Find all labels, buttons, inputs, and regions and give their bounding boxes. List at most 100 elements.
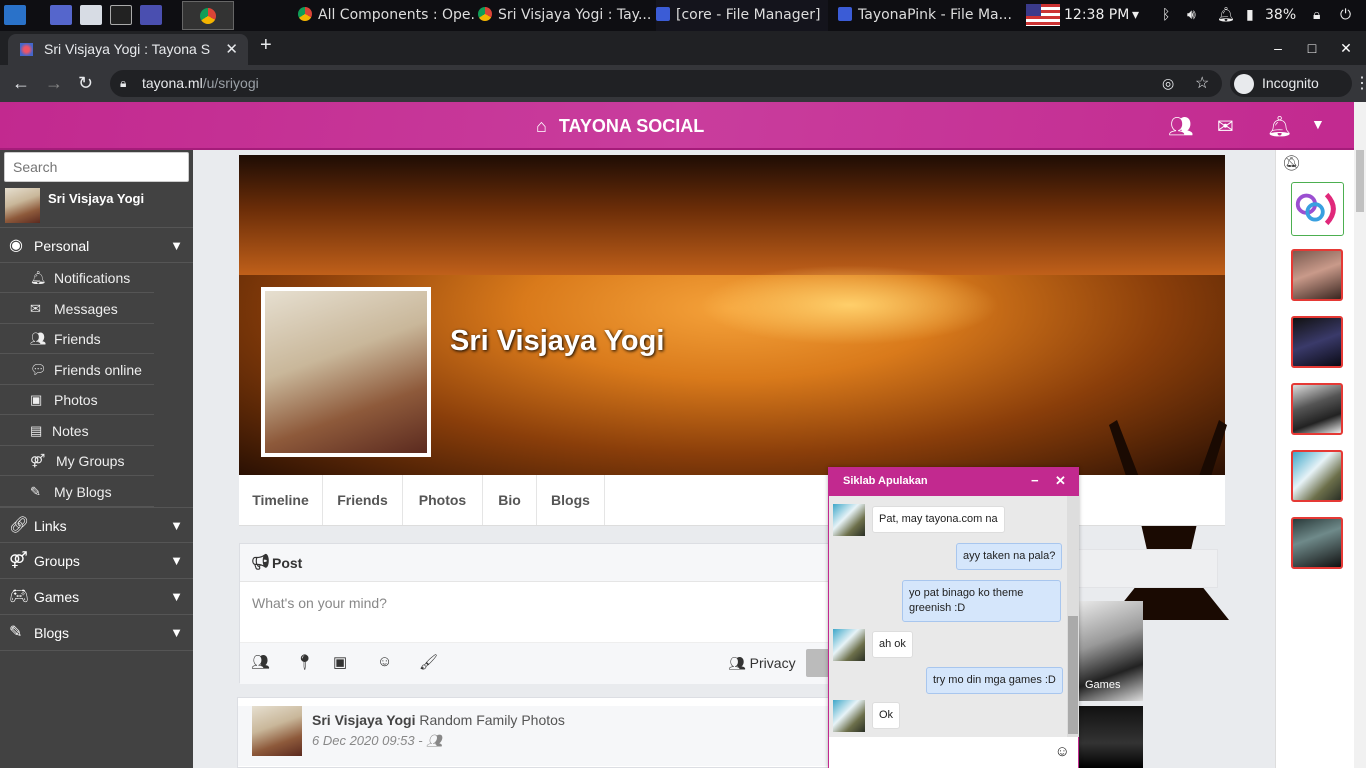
taskbar-task-3[interactable]: [core - File Manager]: [656, 0, 828, 31]
wifi-icon[interactable]: ▾: [1132, 0, 1139, 31]
sidebar-section-blogs[interactable]: ✎ Blogs ▼: [0, 615, 193, 651]
file-manager-icon[interactable]: [80, 5, 102, 25]
tab-photos[interactable]: Photos: [403, 475, 483, 525]
tag-friends-icon[interactable]: 👥︎: [251, 653, 270, 671]
us-flag-icon[interactable]: [1026, 4, 1060, 26]
avatar: [5, 188, 40, 223]
close-tab-icon[interactable]: ✕: [225, 34, 238, 65]
minimize-button[interactable]: –: [1260, 31, 1296, 65]
clock[interactable]: 12:38 PM: [1064, 0, 1129, 31]
user-circle-icon: ◉: [9, 237, 23, 254]
reload-button[interactable]: ↻: [78, 65, 93, 102]
minimize-chat-button[interactable]: −: [1031, 468, 1039, 494]
maximize-button[interactable]: □: [1294, 31, 1330, 65]
bell-icon: 🔔︎: [30, 270, 47, 285]
chat-scrollbar[interactable]: [1067, 496, 1079, 737]
chevron-down-icon: ▼: [170, 238, 183, 253]
omnibox[interactable]: 🔒︎ tayona.ml/u/sriyogi ◎ ☆: [110, 70, 1222, 97]
tab-blogs[interactable]: Blogs: [537, 475, 605, 525]
sidebar-item-notes[interactable]: ▤ Notes: [0, 416, 154, 446]
bookmark-star-icon[interactable]: ☆: [1195, 70, 1209, 97]
tayona-favicon: [20, 43, 33, 56]
new-tab-button[interactable]: +: [260, 34, 272, 57]
forward-button[interactable]: →: [45, 65, 63, 102]
sidebar-user[interactable]: Sri Visjaya Yogi: [0, 185, 193, 225]
bluetooth-icon[interactable]: ᛒ: [1162, 0, 1170, 31]
terminal-icon[interactable]: [110, 5, 132, 25]
sidebar-section-links[interactable]: 🔗︎ Links ▼: [0, 507, 193, 543]
browser-tab[interactable]: Sri Visjaya Yogi : Tayona S ✕: [8, 34, 248, 65]
screen-recorder-icon[interactable]: [140, 5, 162, 25]
photo-thumbnail[interactable]: [1079, 706, 1143, 768]
sidebar-item-my-groups[interactable]: ⚤ My Groups: [0, 446, 154, 476]
folder-icon: [838, 7, 852, 21]
chat-message: try mo din mga games :D: [926, 667, 1063, 694]
eye-off-icon[interactable]: ◎: [1162, 70, 1174, 97]
volume-icon[interactable]: 🔊︎: [1187, 0, 1196, 31]
power-icon[interactable]: ⏻: [1340, 0, 1351, 31]
online-friend-avatar[interactable]: [1291, 517, 1343, 569]
notification-icon[interactable]: 🔔︎: [1217, 0, 1235, 31]
feed-post-title: Sri Visjaya Yogi Random Family Photos: [312, 712, 565, 728]
back-button[interactable]: ←: [12, 65, 30, 102]
location-pin-icon[interactable]: 📍︎: [295, 653, 314, 671]
search-input[interactable]: [4, 152, 189, 182]
post-input[interactable]: What's on your mind?: [252, 595, 387, 611]
tab-friends[interactable]: Friends: [323, 475, 403, 525]
desktop-icon[interactable]: [50, 5, 72, 25]
emoji-icon[interactable]: ☺: [377, 653, 392, 670]
sidebar-item-friends[interactable]: 👥︎ Friends: [0, 324, 154, 354]
online-friend-avatar[interactable]: [1291, 249, 1343, 301]
sidebar-item-friends-online[interactable]: 💬︎ Friends online: [0, 355, 154, 385]
page-scrollbar[interactable]: [1354, 102, 1366, 768]
notifications-icon[interactable]: 🔔︎: [1267, 114, 1292, 139]
mute-icon[interactable]: 🔕︎: [1282, 154, 1301, 172]
taskbar-task-4[interactable]: TayonaPink - File Ma...: [838, 0, 1018, 31]
sidebar-item-my-blogs[interactable]: ✎ My Blogs: [0, 477, 154, 507]
address-bar-row: ← → ↻ 🔒︎ tayona.ml/u/sriyogi ◎ ☆ Incogni…: [0, 65, 1366, 102]
incognito-icon: [1234, 74, 1254, 94]
browser-menu-icon[interactable]: ⋮: [1354, 65, 1366, 102]
chat-input[interactable]: ☺: [829, 737, 1078, 768]
battery-percent: 38%: [1265, 7, 1297, 23]
photo-thumbnail[interactable]: Games: [1079, 601, 1143, 701]
caret-down-icon[interactable]: ▼: [1311, 116, 1325, 132]
incognito-badge[interactable]: Incognito: [1230, 70, 1352, 97]
close-chat-button[interactable]: ✕: [1055, 468, 1066, 494]
messages-icon[interactable]: ✉: [1217, 114, 1234, 139]
tab-timeline[interactable]: Timeline: [239, 475, 323, 525]
avatar[interactable]: [252, 706, 302, 756]
post-composer: 📢︎ Post What's on your mind? 👥︎ 📍︎ ▣ ☺ 🖌︎…: [239, 543, 840, 684]
chrome-launcher[interactable]: [182, 1, 234, 30]
battery-icon[interactable]: ▮: [1246, 0, 1254, 31]
lock-icon[interactable]: 🔒︎: [1313, 0, 1320, 31]
online-friend-avatar[interactable]: [1291, 316, 1343, 368]
emoji-icon[interactable]: ☺: [1055, 743, 1070, 760]
brush-icon[interactable]: 🖌︎: [419, 653, 438, 671]
online-friend-avatar[interactable]: [1291, 450, 1343, 502]
chat-message: yo pat binago ko theme greenish :D: [902, 580, 1061, 622]
app-menu-icon[interactable]: [4, 5, 26, 25]
online-friend-avatar[interactable]: [1291, 383, 1343, 435]
sidebar-item-photos[interactable]: ▣ Photos: [0, 385, 154, 415]
chrome-icon: [478, 7, 492, 21]
taskbar-task-2[interactable]: Sri Visjaya Yogi : Tay...: [478, 0, 656, 31]
sidebar-section-personal[interactable]: ◉ Personal ▼: [0, 227, 193, 263]
sidebar-item-notifications[interactable]: 🔔︎ Notifications: [0, 263, 154, 293]
gamepad-icon: 🎮︎: [9, 588, 30, 605]
side-widget-header: [1066, 549, 1218, 588]
tayona-logo[interactable]: [1291, 182, 1344, 236]
image-icon[interactable]: ▣: [333, 653, 347, 671]
site-brand[interactable]: ⌂ TAYONA SOCIAL: [536, 102, 704, 150]
sidebar-section-groups[interactable]: ⚤ Groups ▼: [0, 543, 193, 579]
chevron-down-icon: ▼: [170, 518, 183, 533]
privacy-dropdown[interactable]: 👥︎ Privacy: [728, 655, 796, 672]
tab-bio[interactable]: Bio: [483, 475, 537, 525]
close-window-button[interactable]: ✕: [1328, 31, 1364, 65]
sidebar-section-games[interactable]: 🎮︎ Games ▼: [0, 579, 193, 615]
sidebar-item-messages[interactable]: ✉ Messages: [0, 294, 154, 324]
friend-requests-icon[interactable]: 👥︎: [1168, 114, 1193, 139]
profile-avatar[interactable]: [261, 287, 431, 457]
taskbar-task-1[interactable]: All Components : Ope...: [298, 0, 476, 31]
chat-header[interactable]: Siklab Apulakan − ✕: [829, 468, 1078, 496]
